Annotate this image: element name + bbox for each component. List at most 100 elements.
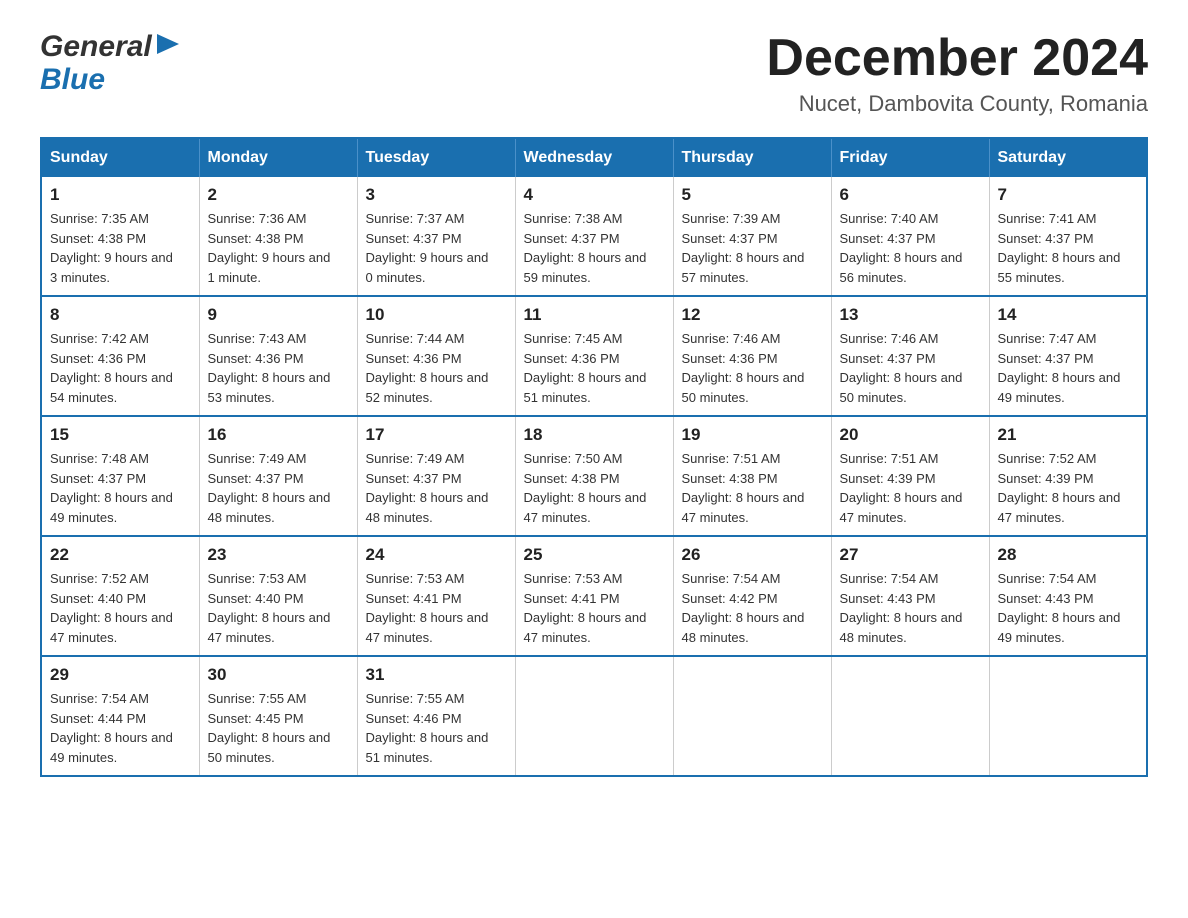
day-info: Sunrise: 7:53 AM Sunset: 4:40 PM Dayligh… xyxy=(208,569,349,647)
calendar-cell xyxy=(989,656,1147,776)
calendar-cell: 19 Sunrise: 7:51 AM Sunset: 4:38 PM Dayl… xyxy=(673,416,831,536)
day-info: Sunrise: 7:53 AM Sunset: 4:41 PM Dayligh… xyxy=(524,569,665,647)
calendar-week-row: 8 Sunrise: 7:42 AM Sunset: 4:36 PM Dayli… xyxy=(41,296,1147,416)
day-number: 7 xyxy=(998,185,1139,205)
logo-blue: Blue xyxy=(40,63,105,96)
day-number: 17 xyxy=(366,425,507,445)
calendar-cell: 4 Sunrise: 7:38 AM Sunset: 4:37 PM Dayli… xyxy=(515,177,673,296)
day-info: Sunrise: 7:35 AM Sunset: 4:38 PM Dayligh… xyxy=(50,209,191,287)
calendar-cell: 18 Sunrise: 7:50 AM Sunset: 4:38 PM Dayl… xyxy=(515,416,673,536)
calendar-header-friday: Friday xyxy=(831,138,989,177)
logo-arrow-icon xyxy=(157,34,179,59)
day-info: Sunrise: 7:46 AM Sunset: 4:37 PM Dayligh… xyxy=(840,329,981,407)
calendar-cell: 2 Sunrise: 7:36 AM Sunset: 4:38 PM Dayli… xyxy=(199,177,357,296)
day-info: Sunrise: 7:53 AM Sunset: 4:41 PM Dayligh… xyxy=(366,569,507,647)
day-number: 27 xyxy=(840,545,981,565)
calendar-cell xyxy=(673,656,831,776)
calendar-header-sunday: Sunday xyxy=(41,138,199,177)
day-info: Sunrise: 7:52 AM Sunset: 4:40 PM Dayligh… xyxy=(50,569,191,647)
calendar-header-monday: Monday xyxy=(199,138,357,177)
day-number: 20 xyxy=(840,425,981,445)
calendar-cell: 21 Sunrise: 7:52 AM Sunset: 4:39 PM Dayl… xyxy=(989,416,1147,536)
day-info: Sunrise: 7:45 AM Sunset: 4:36 PM Dayligh… xyxy=(524,329,665,407)
calendar-cell: 31 Sunrise: 7:55 AM Sunset: 4:46 PM Dayl… xyxy=(357,656,515,776)
calendar-header-thursday: Thursday xyxy=(673,138,831,177)
day-info: Sunrise: 7:54 AM Sunset: 4:43 PM Dayligh… xyxy=(840,569,981,647)
calendar-cell: 20 Sunrise: 7:51 AM Sunset: 4:39 PM Dayl… xyxy=(831,416,989,536)
calendar-cell: 24 Sunrise: 7:53 AM Sunset: 4:41 PM Dayl… xyxy=(357,536,515,656)
calendar-cell: 9 Sunrise: 7:43 AM Sunset: 4:36 PM Dayli… xyxy=(199,296,357,416)
day-info: Sunrise: 7:42 AM Sunset: 4:36 PM Dayligh… xyxy=(50,329,191,407)
day-info: Sunrise: 7:55 AM Sunset: 4:46 PM Dayligh… xyxy=(366,689,507,767)
calendar-cell: 12 Sunrise: 7:46 AM Sunset: 4:36 PM Dayl… xyxy=(673,296,831,416)
day-number: 21 xyxy=(998,425,1139,445)
calendar-cell: 1 Sunrise: 7:35 AM Sunset: 4:38 PM Dayli… xyxy=(41,177,199,296)
calendar-cell xyxy=(515,656,673,776)
calendar-cell: 7 Sunrise: 7:41 AM Sunset: 4:37 PM Dayli… xyxy=(989,177,1147,296)
calendar-header-wednesday: Wednesday xyxy=(515,138,673,177)
calendar-cell: 14 Sunrise: 7:47 AM Sunset: 4:37 PM Dayl… xyxy=(989,296,1147,416)
day-number: 3 xyxy=(366,185,507,205)
day-number: 5 xyxy=(682,185,823,205)
calendar-cell: 11 Sunrise: 7:45 AM Sunset: 4:36 PM Dayl… xyxy=(515,296,673,416)
day-info: Sunrise: 7:55 AM Sunset: 4:45 PM Dayligh… xyxy=(208,689,349,767)
calendar-cell: 3 Sunrise: 7:37 AM Sunset: 4:37 PM Dayli… xyxy=(357,177,515,296)
calendar-cell: 6 Sunrise: 7:40 AM Sunset: 4:37 PM Dayli… xyxy=(831,177,989,296)
day-number: 18 xyxy=(524,425,665,445)
day-number: 9 xyxy=(208,305,349,325)
calendar-cell xyxy=(831,656,989,776)
calendar-header-tuesday: Tuesday xyxy=(357,138,515,177)
calendar-week-row: 29 Sunrise: 7:54 AM Sunset: 4:44 PM Dayl… xyxy=(41,656,1147,776)
day-info: Sunrise: 7:52 AM Sunset: 4:39 PM Dayligh… xyxy=(998,449,1139,527)
calendar-cell: 5 Sunrise: 7:39 AM Sunset: 4:37 PM Dayli… xyxy=(673,177,831,296)
day-info: Sunrise: 7:50 AM Sunset: 4:38 PM Dayligh… xyxy=(524,449,665,527)
day-number: 1 xyxy=(50,185,191,205)
day-number: 25 xyxy=(524,545,665,565)
day-number: 29 xyxy=(50,665,191,685)
day-number: 26 xyxy=(682,545,823,565)
day-info: Sunrise: 7:48 AM Sunset: 4:37 PM Dayligh… xyxy=(50,449,191,527)
day-info: Sunrise: 7:39 AM Sunset: 4:37 PM Dayligh… xyxy=(682,209,823,287)
calendar-cell: 13 Sunrise: 7:46 AM Sunset: 4:37 PM Dayl… xyxy=(831,296,989,416)
day-number: 2 xyxy=(208,185,349,205)
day-info: Sunrise: 7:54 AM Sunset: 4:42 PM Dayligh… xyxy=(682,569,823,647)
calendar-header-row: SundayMondayTuesdayWednesdayThursdayFrid… xyxy=(41,138,1147,177)
calendar-cell: 15 Sunrise: 7:48 AM Sunset: 4:37 PM Dayl… xyxy=(41,416,199,536)
month-title: December 2024 xyxy=(766,30,1148,87)
day-info: Sunrise: 7:54 AM Sunset: 4:44 PM Dayligh… xyxy=(50,689,191,767)
calendar-cell: 8 Sunrise: 7:42 AM Sunset: 4:36 PM Dayli… xyxy=(41,296,199,416)
calendar-cell: 22 Sunrise: 7:52 AM Sunset: 4:40 PM Dayl… xyxy=(41,536,199,656)
calendar-cell: 30 Sunrise: 7:55 AM Sunset: 4:45 PM Dayl… xyxy=(199,656,357,776)
calendar-cell: 29 Sunrise: 7:54 AM Sunset: 4:44 PM Dayl… xyxy=(41,656,199,776)
page-header: General Blue December 2024 Nucet, Dambov… xyxy=(40,30,1148,117)
day-number: 19 xyxy=(682,425,823,445)
day-info: Sunrise: 7:49 AM Sunset: 4:37 PM Dayligh… xyxy=(208,449,349,527)
day-number: 13 xyxy=(840,305,981,325)
calendar-week-row: 22 Sunrise: 7:52 AM Sunset: 4:40 PM Dayl… xyxy=(41,536,1147,656)
calendar-header-saturday: Saturday xyxy=(989,138,1147,177)
day-number: 15 xyxy=(50,425,191,445)
logo: General Blue xyxy=(40,30,179,96)
day-number: 23 xyxy=(208,545,349,565)
day-number: 6 xyxy=(840,185,981,205)
day-info: Sunrise: 7:49 AM Sunset: 4:37 PM Dayligh… xyxy=(366,449,507,527)
calendar-cell: 25 Sunrise: 7:53 AM Sunset: 4:41 PM Dayl… xyxy=(515,536,673,656)
day-number: 4 xyxy=(524,185,665,205)
day-info: Sunrise: 7:51 AM Sunset: 4:39 PM Dayligh… xyxy=(840,449,981,527)
calendar-cell: 27 Sunrise: 7:54 AM Sunset: 4:43 PM Dayl… xyxy=(831,536,989,656)
day-number: 10 xyxy=(366,305,507,325)
calendar-table: SundayMondayTuesdayWednesdayThursdayFrid… xyxy=(40,137,1148,777)
day-number: 12 xyxy=(682,305,823,325)
calendar-cell: 28 Sunrise: 7:54 AM Sunset: 4:43 PM Dayl… xyxy=(989,536,1147,656)
day-number: 14 xyxy=(998,305,1139,325)
calendar-week-row: 15 Sunrise: 7:48 AM Sunset: 4:37 PM Dayl… xyxy=(41,416,1147,536)
day-info: Sunrise: 7:43 AM Sunset: 4:36 PM Dayligh… xyxy=(208,329,349,407)
day-info: Sunrise: 7:44 AM Sunset: 4:36 PM Dayligh… xyxy=(366,329,507,407)
location: Nucet, Dambovita County, Romania xyxy=(766,91,1148,117)
title-section: December 2024 Nucet, Dambovita County, R… xyxy=(766,30,1148,117)
day-info: Sunrise: 7:54 AM Sunset: 4:43 PM Dayligh… xyxy=(998,569,1139,647)
calendar-cell: 23 Sunrise: 7:53 AM Sunset: 4:40 PM Dayl… xyxy=(199,536,357,656)
day-info: Sunrise: 7:41 AM Sunset: 4:37 PM Dayligh… xyxy=(998,209,1139,287)
day-number: 8 xyxy=(50,305,191,325)
day-number: 24 xyxy=(366,545,507,565)
